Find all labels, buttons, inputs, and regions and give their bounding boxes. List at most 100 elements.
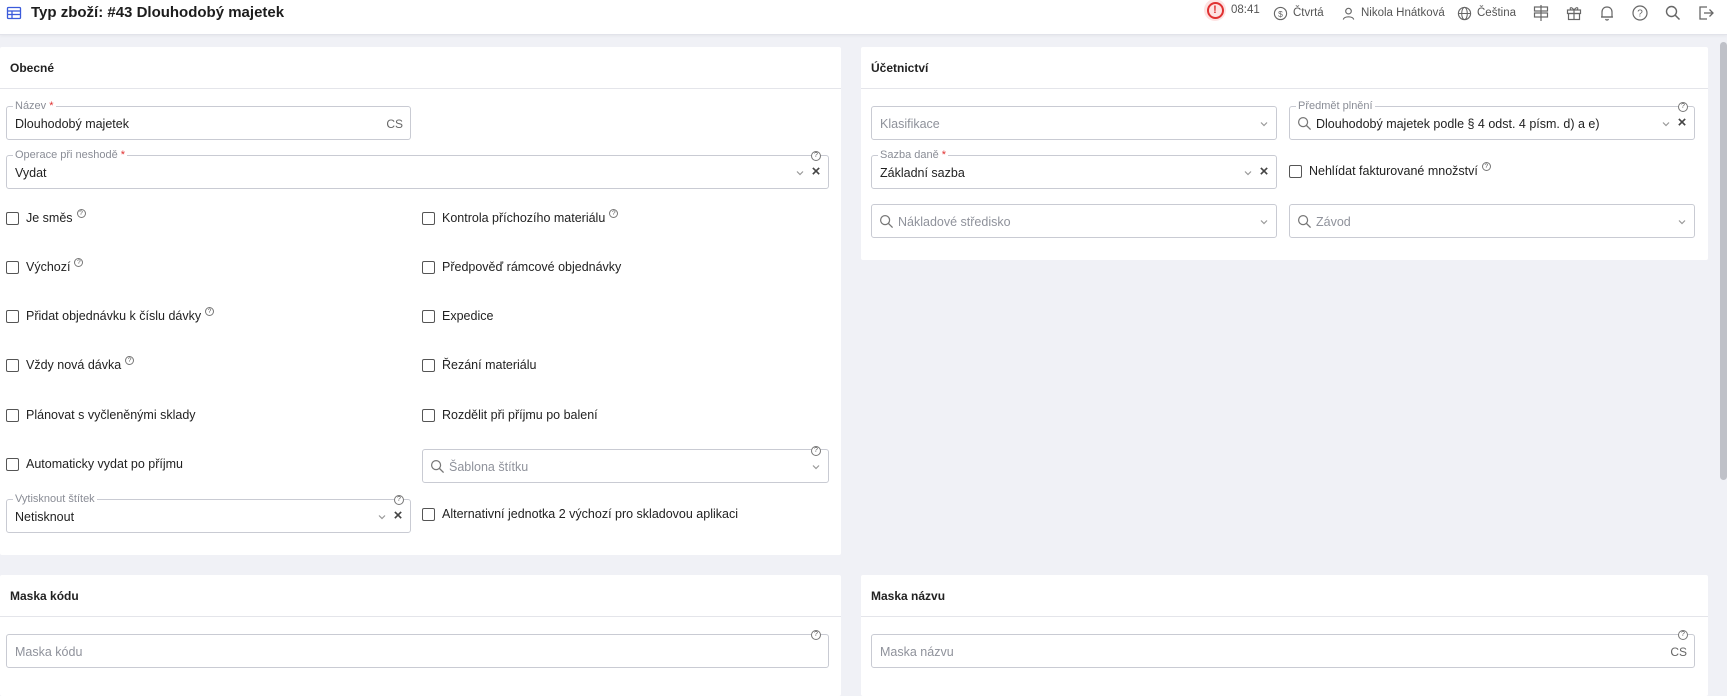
svg-text:$: $: [1278, 8, 1283, 18]
checkbox-box[interactable]: [6, 309, 19, 323]
checkbox-default[interactable]: Výchozí ?: [6, 258, 84, 274]
tax-label: Sazba daně: [880, 149, 939, 161]
user-menu[interactable]: Nikola Hnátková: [1341, 4, 1445, 22]
top-bar: Typ zboží: #43 Dlouhodobý majetek ! 08:4…: [0, 0, 1727, 35]
checkbox-box[interactable]: [6, 260, 19, 274]
checkbox-label: Řezání materiálu: [442, 358, 537, 372]
language-switcher[interactable]: Čeština: [1457, 4, 1516, 22]
code-mask-heading: Maska kódu: [0, 575, 841, 617]
print-label-label: Vytisknout štítek: [13, 492, 97, 506]
search-icon: [430, 459, 445, 474]
name-mask-card: Maska názvu Maska názvu CS ?: [861, 575, 1708, 696]
checkbox-box[interactable]: [6, 457, 19, 471]
help-icon[interactable]: ?: [811, 151, 821, 161]
checkbox-expedition[interactable]: Expedice: [422, 309, 493, 323]
code-mask-input[interactable]: Maska kódu: [6, 634, 829, 668]
chevron-down-icon: [378, 515, 386, 520]
checkbox-box[interactable]: [6, 358, 19, 372]
checkbox-label: Automaticky vydat po příjmu: [26, 457, 184, 471]
mismatch-value: Vydat: [15, 166, 47, 180]
help-icon[interactable]: ?: [394, 495, 404, 505]
accounting-heading: Účetnictví: [861, 47, 1708, 89]
tax-rate-select[interactable]: Sazba daně * Základní sazba ×: [871, 148, 1277, 189]
company-switcher[interactable]: $ Čtvrtá: [1273, 4, 1324, 22]
checkbox-label: Plánovat s vyčleněnými sklady: [26, 408, 196, 422]
help-icon[interactable]: ?: [205, 307, 215, 316]
checkbox-always-new-batch[interactable]: Vždy nová dávka ?: [6, 356, 135, 372]
name-label: Název: [15, 100, 47, 112]
chevron-down-icon: [1662, 122, 1670, 127]
chevron-down-icon: [796, 171, 804, 176]
search-icon: [1297, 214, 1312, 229]
name-lang-badge[interactable]: CS: [386, 117, 403, 131]
help-icon[interactable]: ?: [76, 209, 86, 218]
help-icon[interactable]: ?: [811, 446, 821, 456]
checkbox-blanket-order-forecast[interactable]: Předpověď rámcové objednávky: [422, 260, 621, 274]
clear-icon[interactable]: ×: [809, 164, 823, 179]
name-mask-lang-badge[interactable]: CS: [1670, 645, 1687, 659]
signpost-icon[interactable]: [1532, 4, 1550, 22]
help-icon[interactable]: ?: [1678, 630, 1688, 640]
mismatch-label: Operace při neshodě: [15, 149, 118, 161]
checkbox-label: Rozdělit při příjmu po balení: [442, 408, 598, 422]
checkbox-box[interactable]: [6, 408, 19, 422]
cost-center-select[interactable]: Nákladové středisko: [871, 204, 1277, 238]
name-mask-input[interactable]: Maska názvu CS: [871, 634, 1695, 668]
clear-icon[interactable]: ×: [1257, 164, 1271, 179]
help-icon[interactable]: ?: [1481, 162, 1491, 171]
general-card: Obecné Název * Dlouhodobý majetek CS Ope…: [0, 47, 841, 555]
checkbox-auto-issue-after-receipt[interactable]: Automaticky vydat po příjmu: [6, 457, 183, 471]
checkbox-box[interactable]: [422, 211, 435, 225]
page-title: Typ zboží: #43 Dlouhodobý majetek: [31, 4, 285, 21]
search-icon[interactable]: [1664, 4, 1682, 22]
checkbox-plan-with-reserved-warehouses[interactable]: Plánovat s vyčleněnými sklady: [6, 408, 196, 422]
chevron-down-icon: [1678, 220, 1686, 225]
checkbox-add-order-to-batch[interactable]: Přidat objednávku k číslu dávky ?: [6, 307, 215, 323]
gift-icon[interactable]: [1565, 4, 1583, 22]
plant-placeholder: Závod: [1316, 215, 1351, 229]
checkbox-label: Přidat objednávku k číslu dávky: [26, 309, 202, 323]
subject-value: Dlouhodobý majetek podle § 4 odst. 4 pís…: [1316, 117, 1600, 131]
help-icon[interactable]: ?: [1631, 4, 1649, 22]
help-icon[interactable]: ?: [811, 630, 821, 640]
bell-icon[interactable]: [1598, 4, 1616, 22]
help-icon[interactable]: ?: [125, 356, 135, 365]
search-icon: [879, 214, 894, 229]
session-timer[interactable]: ! 08:41: [1204, 0, 1260, 21]
help-icon[interactable]: ?: [74, 258, 84, 267]
checkbox-no-watch-invoiced-qty[interactable]: Nehlídat fakturované množství ?: [1289, 162, 1491, 178]
help-icon[interactable]: ?: [609, 209, 619, 218]
checkbox-box[interactable]: [422, 260, 435, 274]
subject-label: Předmět plnění: [1296, 99, 1375, 113]
print-label-select[interactable]: Vytisknout štítek Netisknout ×: [6, 492, 411, 533]
checkbox-box[interactable]: [422, 309, 435, 323]
help-icon[interactable]: ?: [1678, 102, 1688, 112]
label-template-select[interactable]: Šablona štítku: [422, 449, 829, 483]
classification-select[interactable]: Klasifikace: [871, 106, 1277, 140]
checkbox-mixture[interactable]: Je směs ?: [6, 209, 86, 225]
chevron-down-icon: [1260, 122, 1268, 127]
checkbox-box[interactable]: [422, 507, 435, 521]
checkbox-label: Výchozí: [26, 260, 71, 274]
accounting-card: Účetnictví Klasifikace Předmět plnění Dl…: [861, 47, 1708, 260]
checkbox-label: Je směs: [26, 211, 73, 225]
checkbox-split-by-package[interactable]: Rozdělit při příjmu po balení: [422, 408, 598, 422]
checkbox-material-cutting[interactable]: Řezání materiálu: [422, 358, 537, 372]
plant-select[interactable]: Závod: [1289, 204, 1695, 238]
checkbox-alt-unit-default[interactable]: Alternativní jednotka 2 výchozí pro skla…: [422, 507, 738, 521]
name-mask-placeholder: Maska názvu: [880, 645, 954, 659]
mismatch-operation-select[interactable]: Operace při neshodě * Vydat ×: [6, 148, 829, 189]
chevron-down-icon: [1244, 171, 1252, 176]
clear-icon[interactable]: ×: [1675, 115, 1689, 130]
checkbox-incoming-material-check[interactable]: Kontrola příchozího materiálu ?: [422, 209, 619, 225]
search-icon: [1297, 116, 1312, 131]
checkbox-box[interactable]: [6, 211, 19, 225]
subject-of-supply-select[interactable]: Předmět plnění Dlouhodobý majetek podle …: [1289, 99, 1695, 140]
checkbox-box[interactable]: [422, 358, 435, 372]
scrollbar[interactable]: [1720, 42, 1727, 480]
logout-icon[interactable]: [1697, 4, 1715, 22]
name-field[interactable]: Název * Dlouhodobý majetek CS: [6, 99, 411, 140]
clear-icon[interactable]: ×: [391, 508, 405, 523]
checkbox-box[interactable]: [422, 408, 435, 422]
checkbox-box[interactable]: [1289, 164, 1302, 178]
